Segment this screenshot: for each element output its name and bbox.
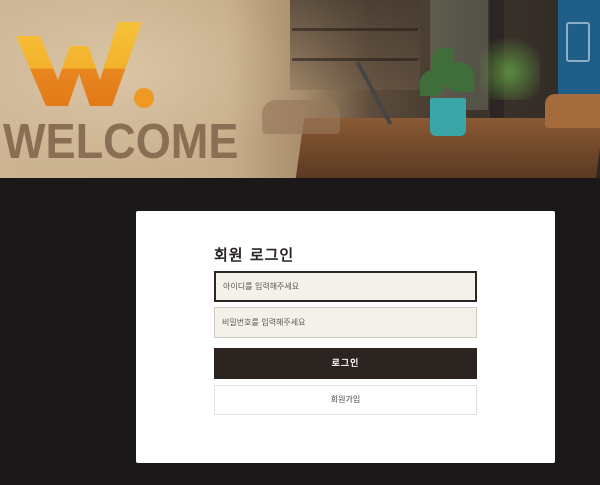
chair-back <box>262 100 340 134</box>
chair-back-right <box>545 94 600 128</box>
user-id-input[interactable] <box>214 271 477 302</box>
password-input[interactable] <box>214 307 477 338</box>
login-button[interactable]: 로그인 <box>214 348 477 379</box>
welcome-heading: WELCOME <box>3 115 239 169</box>
login-card: 회원 로그인 로그인 회원가입 <box>136 211 555 463</box>
door-sign <box>566 22 590 62</box>
shelf-plank <box>292 28 418 31</box>
plant-pot <box>430 98 466 136</box>
plant-leaf <box>432 48 454 72</box>
login-title: 회원 로그인 <box>214 246 295 264</box>
background-plant <box>480 30 540 100</box>
plant-leaf <box>420 70 446 96</box>
shelf-plank <box>292 58 418 61</box>
welcome-banner: WELCOME <box>0 0 600 178</box>
cafe-shelf <box>290 0 420 90</box>
logo-w-icon <box>16 22 154 108</box>
signup-button[interactable]: 회원가입 <box>214 385 477 415</box>
